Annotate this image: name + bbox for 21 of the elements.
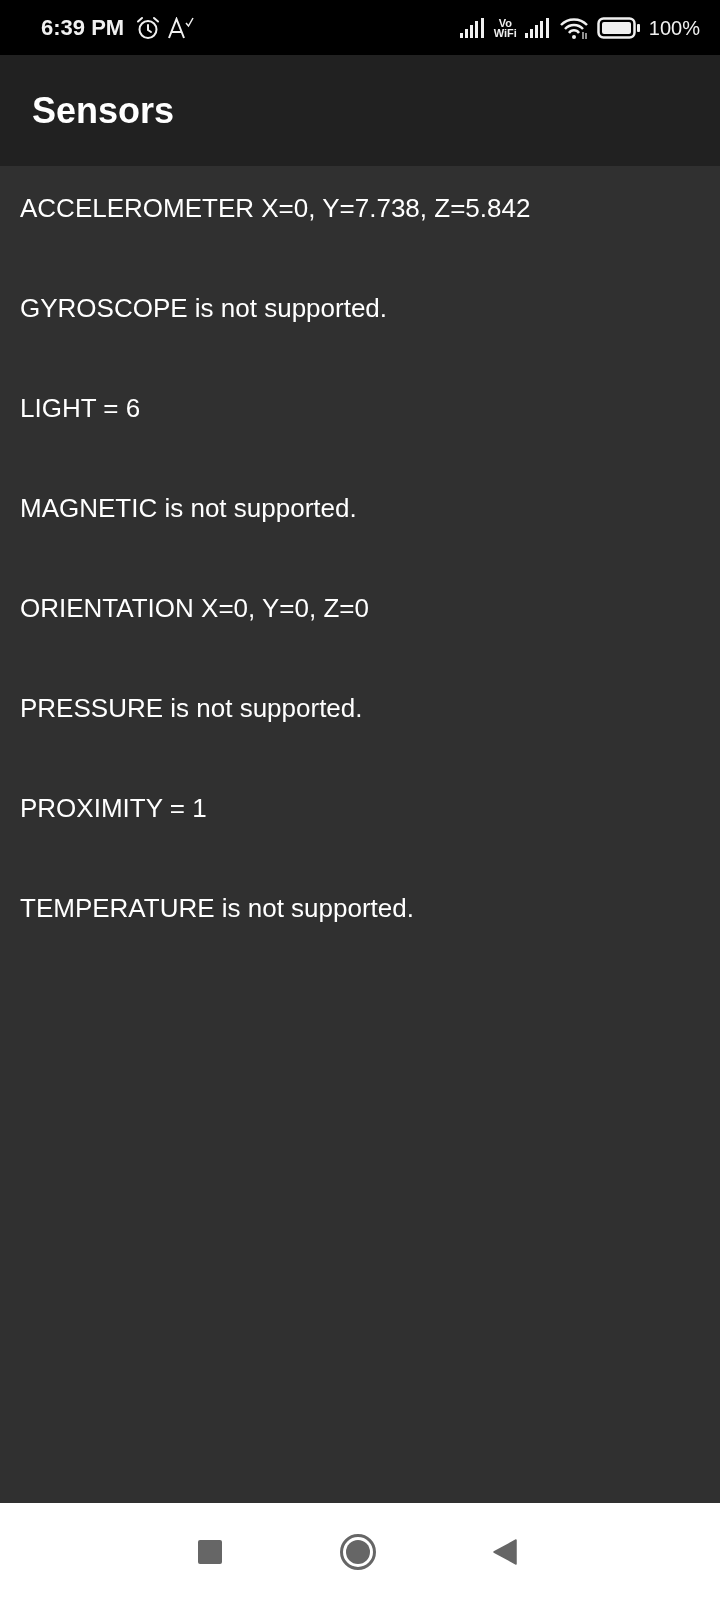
recents-square-icon[interactable] — [198, 1539, 222, 1564]
sensor-reading: GYROSCOPE is not supported. — [20, 292, 389, 324]
clock-time: 6:39 PM — [41, 14, 125, 41]
signal-bars-icon — [524, 17, 551, 38]
sensor-reading: ORIENTATION X=0, Y=0, Z=0 — [20, 592, 370, 624]
letter-check-icon — [168, 16, 195, 39]
battery-icon — [596, 16, 641, 39]
signal-bars-icon — [459, 17, 486, 38]
battery-percent: 100% — [648, 15, 700, 40]
vowifi-label: Vo WiFi — [493, 17, 517, 38]
sensor-reading: MAGNETIC is not supported. — [20, 492, 358, 524]
sensor-reading: PRESSURE is not supported. — [20, 692, 364, 724]
sensor-reading: LIGHT = 6 — [20, 392, 142, 424]
wifi-icon — [558, 16, 589, 39]
alarm-clock-icon — [136, 15, 161, 40]
sensor-reading: ACCELEROMETER X=0, Y=7.738, Z=5.842 — [20, 192, 532, 224]
sensor-reading: PROXIMITY = 1 — [20, 792, 208, 824]
app-title: Sensors — [32, 88, 175, 133]
home-circle-icon[interactable] — [340, 1533, 376, 1570]
back-triangle-icon[interactable] — [493, 1538, 517, 1565]
sensor-reading: TEMPERATURE is not supported. — [20, 892, 415, 924]
